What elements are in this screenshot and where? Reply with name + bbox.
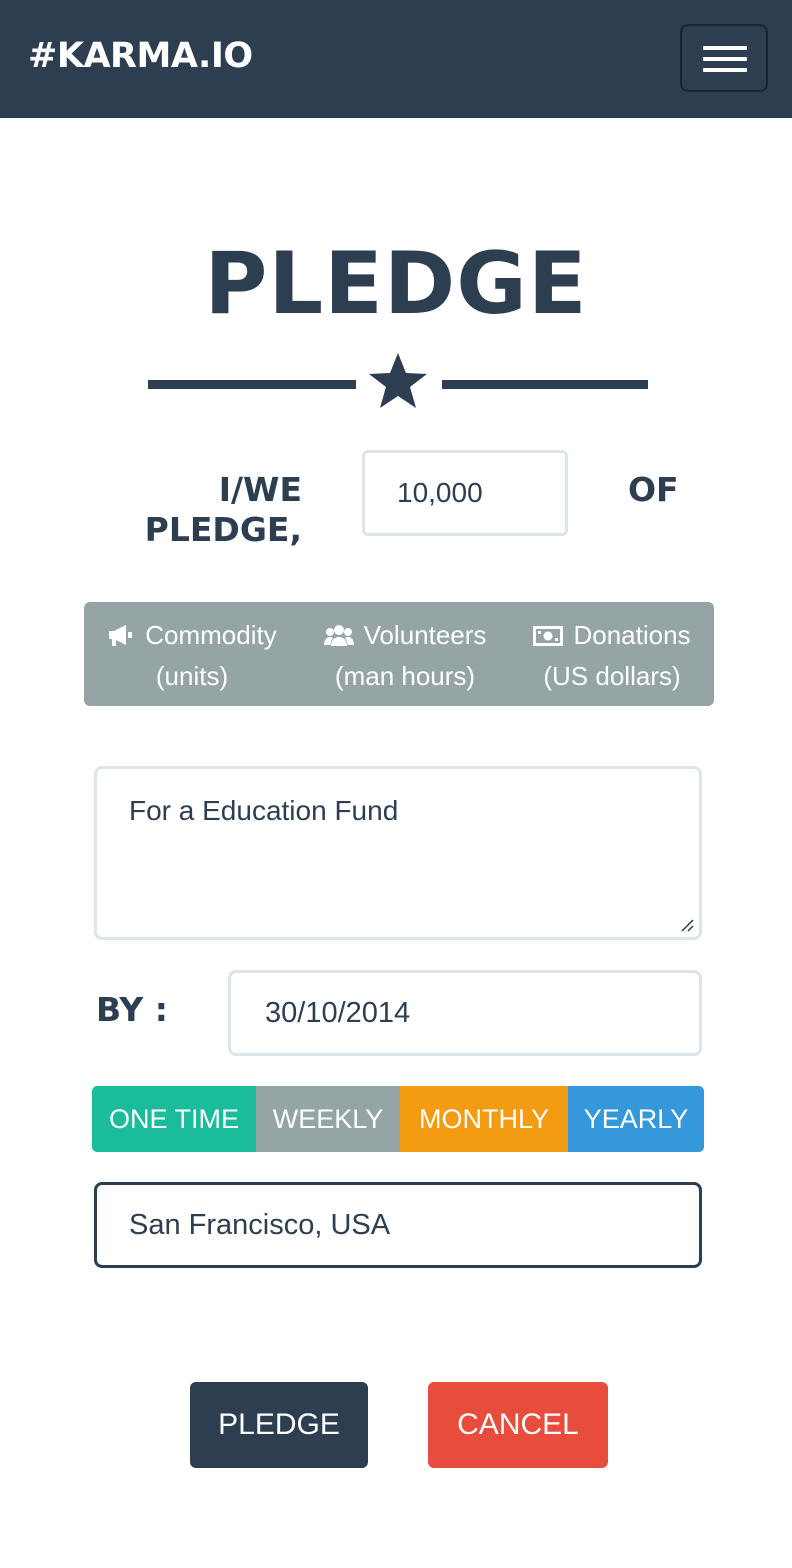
users-icon: [323, 619, 354, 657]
money-icon: [533, 619, 564, 657]
description-textarea[interactable]: For a Education Fund: [94, 766, 702, 940]
star-icon: [369, 353, 427, 408]
frequency-yearly-button[interactable]: YEARLY: [568, 1086, 704, 1152]
pledge-button[interactable]: PLEDGE: [190, 1382, 368, 1468]
type-volunteers-sublabel: (man hours): [334, 661, 476, 691]
amount-input[interactable]: [362, 450, 568, 536]
of-label: OF: [628, 470, 679, 509]
pledge-label-line2: PLEDGE,: [144, 510, 302, 549]
divider-line-left: [148, 380, 356, 389]
type-volunteers-button[interactable]: Volunteers (man hours): [300, 602, 510, 706]
star-divider: [148, 350, 648, 414]
brand-logo[interactable]: #KARMA.IO: [28, 34, 253, 78]
pledge-type-group: Commodity (units) Volunteers (man hours): [84, 602, 714, 706]
type-volunteers-label: Volunteers: [363, 620, 487, 650]
type-commodity-sublabel: (units): [155, 661, 229, 691]
date-input[interactable]: [228, 970, 702, 1056]
by-label: BY :: [96, 990, 168, 1029]
resize-grip-icon[interactable]: [680, 918, 694, 932]
menu-toggle-button[interactable]: [680, 24, 768, 92]
type-commodity-button[interactable]: Commodity (units): [84, 602, 300, 706]
pledge-label: I/WE PLEDGE,: [100, 470, 302, 550]
frequency-one-time-button[interactable]: ONE TIME: [92, 1086, 256, 1152]
location-input[interactable]: [94, 1182, 702, 1268]
type-commodity-label: Commodity: [145, 620, 277, 650]
frequency-monthly-button[interactable]: MONTHLY: [400, 1086, 568, 1152]
type-donations-label: Donations: [573, 620, 691, 650]
megaphone-icon: [107, 619, 135, 657]
divider-line-right: [442, 380, 648, 389]
pledge-label-line1: I/WE: [218, 470, 302, 509]
frequency-weekly-button[interactable]: WEEKLY: [256, 1086, 400, 1152]
type-donations-button[interactable]: Donations (US dollars): [510, 602, 714, 706]
type-donations-sublabel: (US dollars): [543, 661, 681, 691]
frequency-group: ONE TIME WEEKLY MONTHLY YEARLY: [92, 1086, 704, 1152]
page-title: PLEDGE: [204, 234, 588, 334]
cancel-button[interactable]: CANCEL: [428, 1382, 608, 1468]
navbar: #KARMA.IO: [0, 0, 792, 118]
